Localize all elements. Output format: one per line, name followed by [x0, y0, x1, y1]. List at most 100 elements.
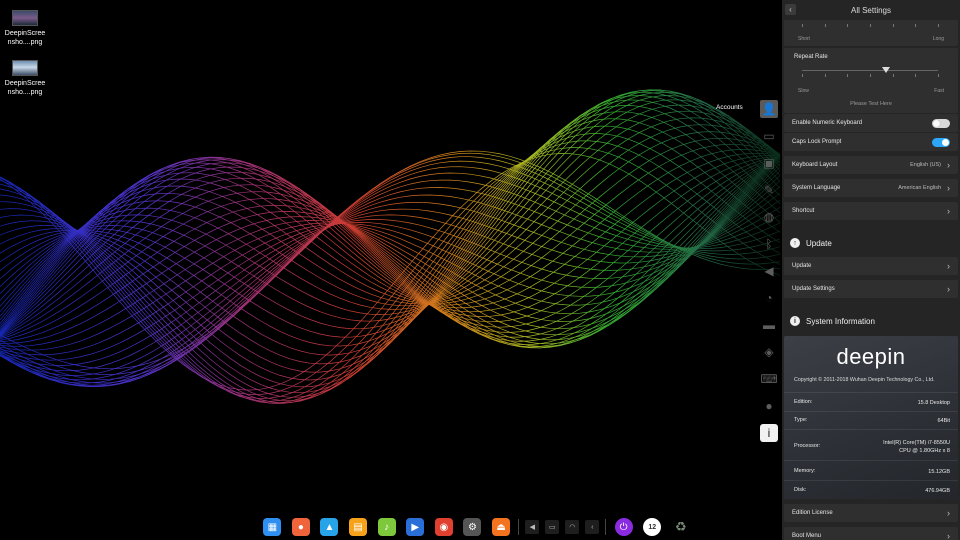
desktop-file-screenshot-2[interactable]: DeepinScree nsho....png [0, 60, 50, 97]
chevron-right-icon: › [947, 507, 950, 518]
slider-tick [870, 24, 871, 27]
slider-tick [938, 74, 939, 77]
trash-icon[interactable]: ♻ [672, 518, 690, 536]
slider-tick [824, 24, 826, 27]
back-button[interactable]: ‹ [785, 4, 796, 15]
system-language-value: American English [898, 185, 941, 191]
keyboard-icon[interactable]: ⌨ [760, 370, 778, 388]
edition-value: 15.8 Desktop [917, 400, 950, 406]
wallpaper-wave-line [0, 154, 781, 348]
repeat-delay-long-label: Long [932, 36, 944, 42]
display-icon[interactable]: ▭ [760, 127, 778, 145]
copyright-text: Copyright © 2011-2018 Wuhan Deepin Techn… [794, 377, 935, 383]
disk-value: 476.94GB [925, 488, 950, 494]
edition-license-label: Edition License [792, 510, 833, 516]
update-section-title: ↑ Update [790, 238, 832, 248]
slider-tick [802, 24, 803, 27]
wallpaper-wave-line [0, 125, 781, 404]
keyboard-layout-label: Keyboard Layout [792, 162, 838, 168]
shortcut-row[interactable]: Shortcut › [784, 202, 958, 220]
test-input[interactable]: Please Test Here [784, 101, 958, 107]
dock-apps: ▦ ● ▲ ▤ ♪ ▶ ◉ ⚙ ⏏ [258, 518, 515, 536]
volume-icon[interactable]: ◀ [525, 520, 540, 534]
app-store-icon[interactable]: ▲ [320, 518, 339, 536]
user-icon[interactable]: 👤 [760, 100, 778, 118]
edition-row: Edition: 15.8 Desktop [794, 399, 950, 407]
sysinfo-card: deepin Copyright © 2011-2018 Wuhan Deepi… [784, 336, 958, 499]
numeric-keyboard-toggle[interactable] [932, 118, 950, 128]
music-icon[interactable]: ♪ [377, 518, 396, 536]
video-icon[interactable]: ▶ [406, 518, 425, 536]
info-icon[interactable]: i [760, 424, 778, 442]
update-section-label: Update [806, 238, 832, 248]
update-row[interactable]: Update › [784, 257, 958, 275]
chevron-right-icon: › [947, 205, 950, 216]
info-icon: i [790, 316, 800, 326]
wifi-icon[interactable]: ◠ [565, 520, 580, 534]
desktop-file-screenshot-1[interactable]: DeepinScree nsho....png [0, 10, 50, 47]
personalization-icon[interactable]: ✎ [760, 181, 778, 199]
time-icon[interactable]: ◔ [760, 289, 778, 307]
wallpaper-wave-line [0, 99, 781, 338]
bluetooth-icon[interactable]: ᛒ [760, 235, 778, 253]
slider-tick [802, 74, 803, 77]
slider-tick [870, 74, 871, 77]
file-manager-icon[interactable]: ▤ [349, 518, 368, 536]
slider-tick [938, 24, 939, 27]
processor-value-line1: Intel(R) Core(TM) i7-8550U [883, 440, 950, 446]
sound-icon[interactable]: ◀ [760, 262, 778, 280]
settings-panel: ‹ All Settings Short Long Repeat Rate Sl… [782, 0, 960, 540]
system-language-label: System Language [792, 185, 841, 191]
slider-tick [915, 24, 917, 27]
keyboard-layout-row[interactable]: Keyboard Layout English (US) › [784, 156, 958, 174]
numeric-keyboard-label: Enable Numeric Keyboard [792, 120, 863, 126]
update-label: Update [792, 263, 812, 269]
sysinfo-section-title: i System Information [790, 316, 875, 326]
repeat-rate-slider-handle[interactable] [882, 67, 891, 73]
repeat-rate-slow-label: Slow [798, 88, 809, 94]
settings-icon[interactable]: ⚙ [463, 518, 482, 536]
memory-value: 15.12GB [928, 469, 950, 475]
edition-license-row[interactable]: Edition License › [784, 504, 958, 522]
slider-tick [915, 74, 917, 77]
expand-icon[interactable]: ‹ [585, 520, 600, 534]
repeat-rate-slider-track[interactable] [802, 70, 938, 71]
mouse-icon[interactable]: ◈ [760, 343, 778, 361]
repeat-delay-ticks [802, 24, 939, 28]
keyboard-layout-value: English (US) [910, 162, 941, 168]
chrome-icon[interactable]: ◉ [434, 518, 453, 536]
slider-tick [824, 74, 826, 77]
wallpaper-wave-line [0, 179, 781, 387]
caps-lock-toggle[interactable] [932, 137, 950, 147]
update-icon[interactable]: ● [760, 397, 778, 415]
deepin-logo: deepin [836, 344, 906, 369]
edition-key: Edition: [794, 399, 813, 405]
arrow-up-icon: ↑ [790, 238, 800, 248]
wallpaper-wave-line [0, 95, 781, 394]
chevron-right-icon: › [947, 182, 950, 193]
power-icon[interactable]: ⏻ [614, 518, 633, 536]
repeat-rate-label: Repeat Rate [794, 54, 828, 60]
monitor-icon[interactable]: ▭ [545, 520, 560, 534]
screen-recorder-icon[interactable]: ● [291, 518, 310, 536]
desktop-file-label-line1: DeepinScree [4, 30, 46, 37]
image-thumbnail [12, 10, 38, 26]
caps-lock-row: Caps Lock Prompt [784, 133, 958, 151]
deepin-store-icon[interactable]: ⏏ [492, 518, 511, 536]
panel-title: All Settings [850, 5, 892, 15]
chevron-right-icon: › [947, 283, 950, 294]
power-icon[interactable]: ▬ [760, 316, 778, 334]
update-settings-row[interactable]: Update Settings › [784, 280, 958, 298]
slider-tick [847, 74, 849, 77]
launcher-icon[interactable]: ▦ [263, 518, 282, 536]
dock-separator [518, 519, 520, 535]
default-apps-icon[interactable]: ▣ [760, 154, 778, 172]
type-key: Type: [794, 417, 808, 423]
clock-icon[interactable]: 12 [643, 518, 662, 536]
boot-menu-row[interactable]: Boot Menu › [784, 527, 958, 540]
shortcut-label: Shortcut [792, 208, 815, 214]
system-language-row[interactable]: System Language American English › [784, 179, 958, 197]
network-icon[interactable]: ◍ [760, 208, 778, 226]
desktop-file-label-line2: nsho....png [7, 39, 43, 46]
settings-nav-column: 👤 ▭ ▣ ✎ ◍ ᛒ ◀ ◔ ▬ ◈ ⌨ ● i [760, 98, 780, 451]
